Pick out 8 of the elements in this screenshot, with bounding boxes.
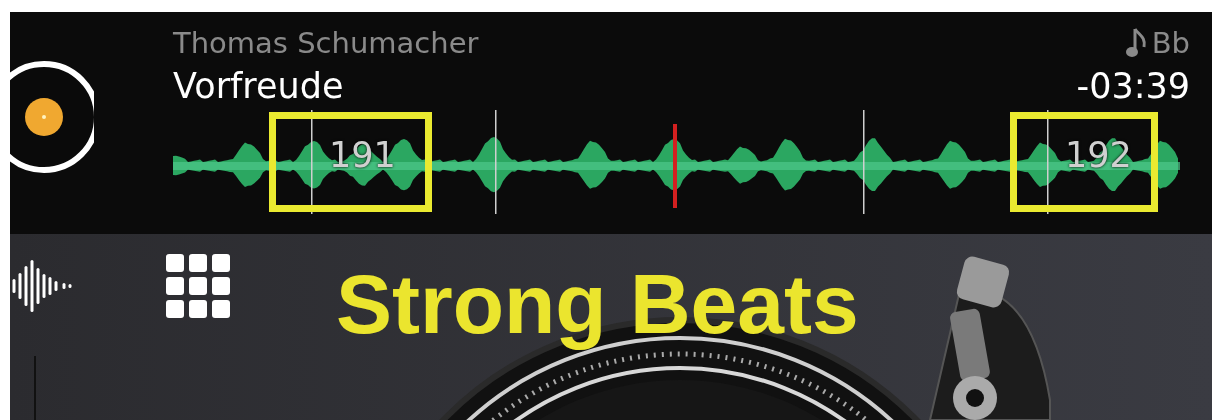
musical-key: Bb [1151, 26, 1190, 60]
artist-name: Thomas Schumacher [173, 26, 479, 60]
remaining-time: -03:39 [1076, 66, 1190, 106]
music-note-icon [1125, 27, 1148, 59]
waveform-drawing[interactable] [173, 110, 1180, 214]
track-title: Vorfreude [173, 66, 344, 106]
grid-icon[interactable] [166, 254, 230, 318]
record-icon[interactable] [10, 58, 94, 176]
